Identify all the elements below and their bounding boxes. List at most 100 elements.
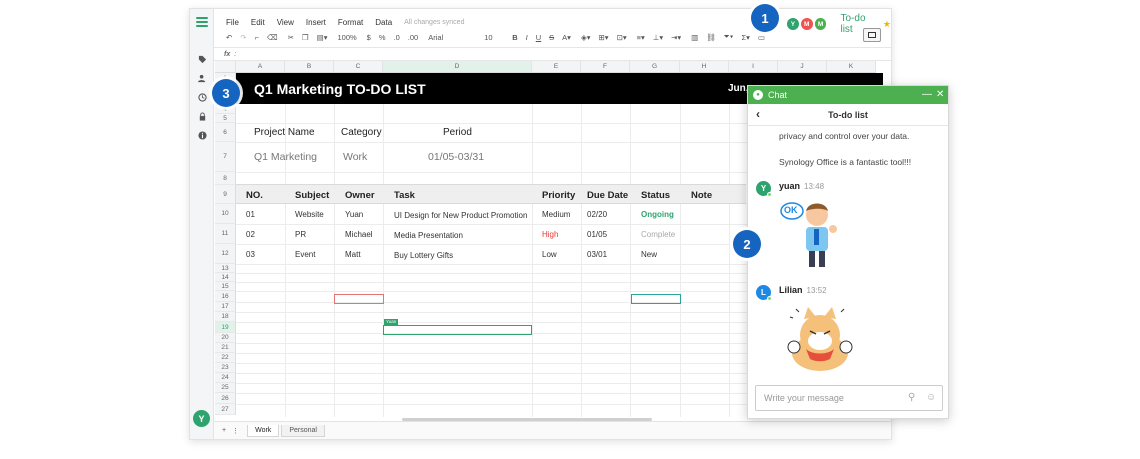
table-row-cell[interactable]: 02 <box>246 230 255 239</box>
filter-icon[interactable]: ⏷▾ <box>724 32 734 42</box>
value-project-name[interactable]: Q1 Marketing <box>254 151 317 163</box>
row-header[interactable]: 10 <box>215 204 236 224</box>
menu-icon[interactable] <box>196 17 208 27</box>
menu-file[interactable]: File <box>226 18 239 27</box>
col-header[interactable]: J <box>778 61 827 73</box>
table-row-cell[interactable]: 03/01 <box>587 250 607 259</box>
row-header[interactable]: 16 <box>215 291 236 302</box>
table-row-cell[interactable]: 02/20 <box>587 210 607 219</box>
th-subject[interactable]: Subject <box>295 190 329 201</box>
menu-edit[interactable]: Edit <box>251 18 265 27</box>
text-color-icon[interactable]: A▾ <box>562 33 571 42</box>
link-icon[interactable]: ⛓ <box>706 33 716 42</box>
cut-icon[interactable]: ✂ <box>288 33 294 42</box>
row-header[interactable]: 21 <box>215 343 236 353</box>
bold-button[interactable]: B <box>512 33 517 42</box>
th-task[interactable]: Task <box>394 190 415 201</box>
functions-icon[interactable]: Σ▾ <box>741 33 749 42</box>
th-priority[interactable]: Priority <box>542 190 575 201</box>
history-icon[interactable] <box>194 89 210 105</box>
status-badge[interactable]: Ongoing <box>641 210 674 219</box>
row-header[interactable]: 12 <box>215 244 236 264</box>
row-header[interactable]: 23 <box>215 363 236 373</box>
row-header[interactable]: 13 <box>215 264 236 273</box>
star-icon[interactable]: ★ <box>883 19 891 30</box>
table-row-cell[interactable]: 03 <box>246 250 255 259</box>
row-header[interactable]: 18 <box>215 312 236 322</box>
merge-cells-icon[interactable]: ⊡▾ <box>617 33 627 42</box>
menu-view[interactable]: View <box>277 18 294 27</box>
row-header[interactable]: 15 <box>215 282 236 291</box>
row-header[interactable]: 22 <box>215 353 236 363</box>
row-header[interactable]: 17 <box>215 302 236 312</box>
th-due-date[interactable]: Due Date <box>587 190 628 201</box>
italic-button[interactable]: I <box>526 33 528 42</box>
strikethrough-button[interactable]: S <box>549 33 554 42</box>
label-period[interactable]: Period <box>443 127 472 138</box>
avatar[interactable]: Y <box>756 181 772 197</box>
add-sheet-button[interactable]: + <box>222 427 226 434</box>
col-header[interactable]: H <box>680 61 729 73</box>
row-header[interactable]: 26 <box>215 393 236 404</box>
table-row-cell[interactable]: Low <box>542 250 557 259</box>
th-owner[interactable]: Owner <box>345 190 375 201</box>
lock-icon[interactable] <box>194 108 210 124</box>
emoji-icon[interactable]: ☺ <box>926 392 936 403</box>
currency-format-button[interactable]: $ <box>367 33 371 42</box>
col-header[interactable]: K <box>827 61 876 73</box>
row-header[interactable]: 7 <box>215 142 236 172</box>
clear-format-icon[interactable]: ⌫ <box>267 33 278 42</box>
back-arrow-icon[interactable]: ‹ <box>756 107 760 121</box>
row-header[interactable]: 6 <box>215 123 236 142</box>
label-category[interactable]: Category <box>341 127 382 138</box>
formula-bar[interactable]: fx : <box>214 47 891 61</box>
col-header[interactable]: D <box>383 61 532 73</box>
active-cell-selection[interactable] <box>383 325 532 335</box>
fill-color-icon[interactable]: ◈▾ <box>581 33 591 42</box>
col-header[interactable]: E <box>532 61 581 73</box>
th-no[interactable]: NO. <box>246 190 263 201</box>
panel-toggle-button[interactable] <box>863 28 881 42</box>
table-row-cell[interactable]: 01 <box>246 210 255 219</box>
th-note[interactable]: Note <box>691 190 712 201</box>
paint-format-icon[interactable]: ⌐ <box>255 33 259 42</box>
col-header[interactable]: A <box>236 61 285 73</box>
status-badge[interactable]: New <box>641 250 657 259</box>
table-row-cell[interactable]: PR <box>295 230 306 239</box>
sheet-menu-button[interactable]: ⋮ <box>232 427 239 435</box>
value-period[interactable]: 01/05-03/31 <box>428 151 484 163</box>
table-row-cell[interactable]: High <box>542 230 558 239</box>
minimize-icon[interactable]: — <box>922 89 932 100</box>
formula-input[interactable]: : <box>234 51 236 58</box>
table-row-cell[interactable]: Yuan <box>345 210 363 219</box>
collaborator-avatar[interactable]: M <box>800 18 813 30</box>
borders-icon[interactable]: ⊞▾ <box>599 33 609 42</box>
align-icon[interactable]: ≡▾ <box>637 33 645 42</box>
row-header[interactable]: 24 <box>215 373 236 383</box>
increase-decimal-button[interactable]: .00 <box>408 33 418 42</box>
font-family-select[interactable]: Arial <box>428 33 476 42</box>
decrease-decimal-button[interactable]: .0 <box>394 33 400 42</box>
avatar[interactable]: L <box>756 285 772 301</box>
paste-icon[interactable]: ▤▾ <box>317 33 328 42</box>
underline-button[interactable]: U <box>536 33 541 42</box>
attachment-icon[interactable]: ⚲ <box>908 392 915 403</box>
corner-cell[interactable] <box>215 61 236 73</box>
chat-message-input[interactable]: Write your message ⚲ ☺ <box>755 385 943 411</box>
chat-messages[interactable]: privacy and control over your data. Syno… <box>748 127 948 377</box>
close-icon[interactable]: ✕ <box>936 89 944 100</box>
table-row-cell[interactable]: Medium <box>542 210 570 219</box>
row-header[interactable]: 19 <box>215 322 236 333</box>
redo-icon[interactable]: ↷ <box>240 33 246 42</box>
row-header[interactable]: 9 <box>215 185 236 204</box>
font-size-select[interactable]: 10 <box>484 33 502 42</box>
tag-icon[interactable] <box>194 51 210 67</box>
sheet-tab-personal[interactable]: Personal <box>281 424 325 437</box>
col-header[interactable]: F <box>581 61 630 73</box>
label-project-name[interactable]: Project Name <box>254 127 315 138</box>
percent-format-button[interactable]: % <box>379 33 386 42</box>
sheet-tab-work[interactable]: Work <box>247 424 280 437</box>
table-row-cell[interactable]: Matt <box>345 250 361 259</box>
menu-format[interactable]: Format <box>338 18 363 27</box>
collaborator-avatar[interactable]: Y <box>787 18 799 30</box>
